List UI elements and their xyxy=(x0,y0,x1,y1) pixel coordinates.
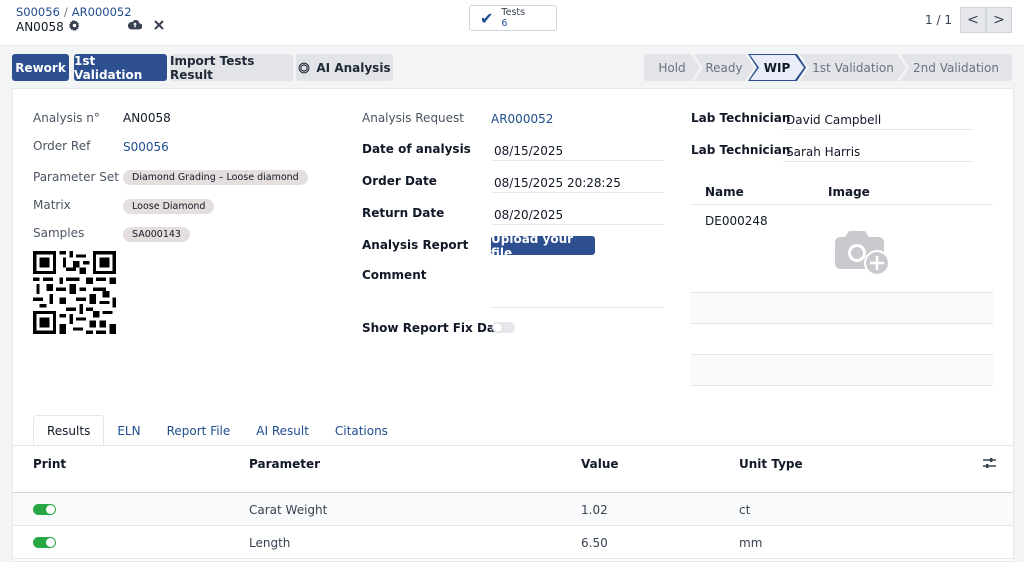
image-list-empty-row xyxy=(691,355,993,386)
tab-eln[interactable]: ELN xyxy=(104,415,153,446)
samples-label: Samples xyxy=(33,226,85,240)
qr-code-image xyxy=(33,251,116,334)
cell-parameter: Length xyxy=(249,536,291,550)
pager-previous-button[interactable]: < xyxy=(960,7,986,33)
breadcrumb-parent[interactable]: S00056 xyxy=(16,5,60,19)
parameter-set-label: Parameter Set xyxy=(33,170,119,184)
samples-tag[interactable]: SA000143 xyxy=(123,227,190,242)
image-list-image-header[interactable]: Image xyxy=(828,185,870,199)
analysis-request-link[interactable]: AR000052 xyxy=(491,112,553,126)
tab-results[interactable]: Results xyxy=(33,415,105,446)
lab-technician-label-2: Lab Technician xyxy=(691,143,791,157)
table-row[interactable]: Length 6.50 mm xyxy=(13,526,1013,559)
status-hold[interactable]: Hold xyxy=(644,54,700,81)
camera-plus-icon[interactable] xyxy=(833,225,895,277)
tab-citations[interactable]: Citations xyxy=(322,415,401,446)
record-title: AN0058 xyxy=(16,20,80,34)
tab-ai-result[interactable]: AI Result xyxy=(243,415,322,446)
form-sheet: Analysis n° AN0058 Order Ref S00056 Para… xyxy=(12,88,1014,562)
status-second-validation[interactable]: 2nd Validation xyxy=(900,54,1012,81)
status-wip[interactable]: WIP xyxy=(748,54,806,81)
image-list-name-header[interactable]: Name xyxy=(705,185,744,199)
order-ref-link[interactable]: S00056 xyxy=(123,140,169,154)
import-tests-result-button[interactable]: Import Tests Result xyxy=(170,54,293,82)
comment-label: Comment xyxy=(362,268,427,282)
show-report-fix-data-label: Show Report Fix Data xyxy=(362,321,509,335)
breadcrumb-separator: / xyxy=(63,5,68,19)
image-list-header: Name Image xyxy=(691,185,993,205)
matrix-tag[interactable]: Loose Diamond xyxy=(123,199,215,214)
cell-value: 6.50 xyxy=(581,536,608,550)
breadcrumb: S00056/ AR000052 xyxy=(16,5,132,19)
sliders-icon[interactable] xyxy=(983,457,996,473)
ai-analysis-button[interactable]: AI Analysis xyxy=(296,54,393,81)
analysis-report-label: Analysis Report xyxy=(362,238,469,252)
print-toggle[interactable] xyxy=(33,537,56,548)
lab-technician-field-1[interactable]: David Campbell xyxy=(786,113,881,127)
close-icon[interactable] xyxy=(154,19,164,33)
lab-technician-field-2[interactable]: Sarah Harris xyxy=(786,145,860,159)
status-first-validation[interactable]: 1st Validation xyxy=(800,54,906,81)
date-of-analysis-label: Date of analysis xyxy=(362,142,471,156)
column-parameter[interactable]: Parameter xyxy=(249,457,320,471)
status-ready[interactable]: Ready xyxy=(694,54,754,81)
ai-analysis-label: AI Analysis xyxy=(316,60,391,75)
upload-file-button[interactable]: Upload your file xyxy=(491,232,595,260)
column-print[interactable]: Print xyxy=(33,457,66,471)
tests-count: 6 xyxy=(501,18,508,29)
cell-unit: mm xyxy=(739,536,763,550)
cell-value: 1.02 xyxy=(581,503,608,517)
check-icon: ✔ xyxy=(480,8,494,28)
form-header: Rework 1st Validation Import Tests Resul… xyxy=(0,46,1024,88)
order-ref-label: Order Ref xyxy=(33,139,91,153)
record-name: AN0058 xyxy=(16,20,64,34)
print-toggle[interactable] xyxy=(33,504,56,515)
order-date-label: Order Date xyxy=(362,174,437,188)
lab-technician-label-1: Lab Technician xyxy=(691,111,791,125)
rework-button[interactable]: Rework xyxy=(12,54,69,81)
tab-report-file[interactable]: Report File xyxy=(154,415,244,446)
column-unit-type[interactable]: Unit Type xyxy=(739,457,803,471)
tests-smart-text: Tests 6 xyxy=(501,7,525,29)
first-validation-button[interactable]: 1st Validation xyxy=(74,54,167,82)
show-report-fix-data-toggle[interactable] xyxy=(492,322,515,333)
status-bar: Hold Ready WIP 1st Validation 2nd Valida… xyxy=(644,54,1012,81)
matrix-label: Matrix xyxy=(33,198,71,212)
pager-value[interactable]: 1 / 1 xyxy=(925,13,952,27)
comment-field[interactable] xyxy=(491,307,664,308)
tests-smart-button[interactable]: ✔ Tests 6 xyxy=(469,5,557,31)
date-of-analysis-field[interactable]: 08/15/2025 xyxy=(494,144,563,158)
image-list-row-name: DE000248 xyxy=(705,214,768,228)
order-date-field[interactable]: 08/15/2025 20:28:25 xyxy=(494,176,621,190)
parameter-set-tag[interactable]: Diamond Grading – Loose diamond xyxy=(123,170,308,185)
return-date-label: Return Date xyxy=(362,206,445,220)
gear-icon[interactable] xyxy=(68,20,80,34)
analysis-request-label: Analysis Request xyxy=(362,111,464,125)
openai-icon xyxy=(298,62,310,73)
control-panel: S00056/ AR000052 AN0058 ✔ Tests 6 1 / 1 <… xyxy=(0,0,1024,46)
pager-next-button[interactable]: > xyxy=(986,7,1012,33)
table-row[interactable]: Carat Weight 1.02 ct xyxy=(13,493,1013,526)
cell-unit: ct xyxy=(739,503,751,517)
breadcrumb-request[interactable]: AR000052 xyxy=(72,5,132,19)
cloud-upload-icon[interactable] xyxy=(127,19,143,33)
image-list-empty-row xyxy=(691,293,993,324)
image-list-empty-row xyxy=(691,324,993,355)
analysis-number-value: AN0058 xyxy=(123,111,171,125)
cell-parameter: Carat Weight xyxy=(249,503,328,517)
return-date-field[interactable]: 08/20/2025 xyxy=(494,208,563,222)
tests-label: Tests xyxy=(501,7,526,18)
pager: 1 / 1 < > xyxy=(925,7,1012,33)
notebook-tabs: Results ELN Report File AI Result Citati… xyxy=(33,415,401,446)
record-actions xyxy=(127,19,164,33)
column-value[interactable]: Value xyxy=(581,457,619,471)
analysis-number-label: Analysis n° xyxy=(33,111,100,125)
